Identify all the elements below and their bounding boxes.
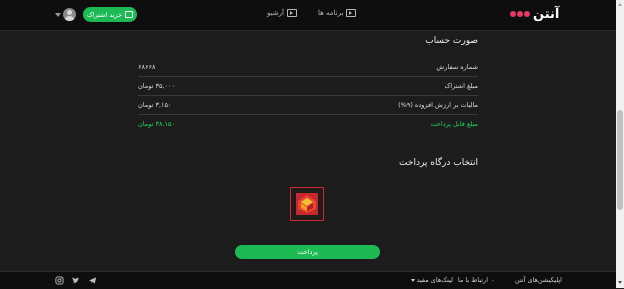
nav-archive[interactable]: آرشیو	[267, 9, 297, 17]
gateway-title: انتخاب درگاه پرداخت	[399, 158, 478, 168]
chevron-down-icon	[410, 278, 415, 282]
scrollbar-thumb[interactable]	[617, 110, 623, 210]
user-avatar[interactable]	[63, 8, 76, 21]
nav-programs[interactable]: برنامه ها	[318, 9, 357, 17]
footer-useful-links[interactable]: لینک‌های مفید	[410, 276, 453, 284]
instagram-icon[interactable]	[55, 276, 64, 285]
footer: اپلیکیشن‌های آنتن - ارتباط با ما لینک‌ها…	[0, 271, 616, 289]
telegram-icon[interactable]	[88, 276, 97, 285]
twitter-icon[interactable]	[71, 276, 80, 285]
gateway-option-bank[interactable]	[290, 187, 324, 221]
footer-useful-links-label: لینک‌های مفید	[416, 276, 453, 284]
bank-logo-icon	[296, 193, 318, 215]
invoice-row-value: ۶۸۶۶۸	[138, 63, 156, 71]
invoice-row-value: ۳۵,۰۰۰ تومان	[138, 82, 175, 90]
invoice-row-label: مالیات بر ارزش افزوده (۹%)	[398, 101, 478, 109]
top-navbar: آنتن برنامه ها آرشیو خرید اشتراک	[0, 0, 616, 31]
invoice-row-total: مبلغ قابل پرداخت ۳۸,۱۵۰ تومان	[138, 115, 478, 133]
subscribe-button[interactable]: خرید اشتراک	[83, 7, 137, 22]
invoice-row-value: ۳۸,۱۵۰ تومان	[138, 120, 175, 128]
page-scrollbar[interactable]	[616, 0, 624, 288]
logo-text: آنتن	[533, 6, 560, 22]
logo-dots	[510, 11, 530, 17]
footer-contact-link[interactable]: ارتباط با ما	[458, 276, 488, 284]
footer-separator: -	[491, 276, 494, 284]
pay-button[interactable]: پرداخت	[235, 245, 380, 259]
invoice-row-subscription-amount: مبلغ اشتراک ۳۵,۰۰۰ تومان	[138, 77, 478, 96]
subscribe-button-label: خرید اشتراک	[86, 10, 123, 19]
play-box-icon	[286, 9, 297, 17]
invoice-title: صورت حساب	[425, 36, 478, 46]
play-box-icon	[346, 9, 357, 17]
chevron-down-icon[interactable]	[55, 13, 61, 17]
nav-programs-label: برنامه ها	[318, 9, 344, 17]
invoice-row-label: شماره سفارش	[436, 63, 478, 71]
brand-logo[interactable]: آنتن	[510, 6, 559, 22]
scroll-up-arrow-icon[interactable]	[618, 3, 622, 6]
nav-archive-label: آرشیو	[267, 9, 284, 17]
scroll-down-arrow-icon[interactable]	[618, 281, 622, 284]
card-icon	[125, 11, 134, 18]
invoice-row-label: مبلغ قابل پرداخت	[430, 120, 478, 128]
invoice-row-order-number: شماره سفارش ۶۸۶۶۸	[138, 58, 478, 77]
invoice-row-vat: مالیات بر ارزش افزوده (۹%) ۳,۱۵۰ تومان	[138, 96, 478, 115]
footer-apps-link[interactable]: اپلیکیشن‌های آنتن	[515, 276, 562, 284]
pay-button-label: پرداخت	[297, 248, 318, 256]
invoice-row-value: ۳,۱۵۰ تومان	[138, 101, 172, 109]
invoice-row-label: مبلغ اشتراک	[444, 82, 478, 90]
